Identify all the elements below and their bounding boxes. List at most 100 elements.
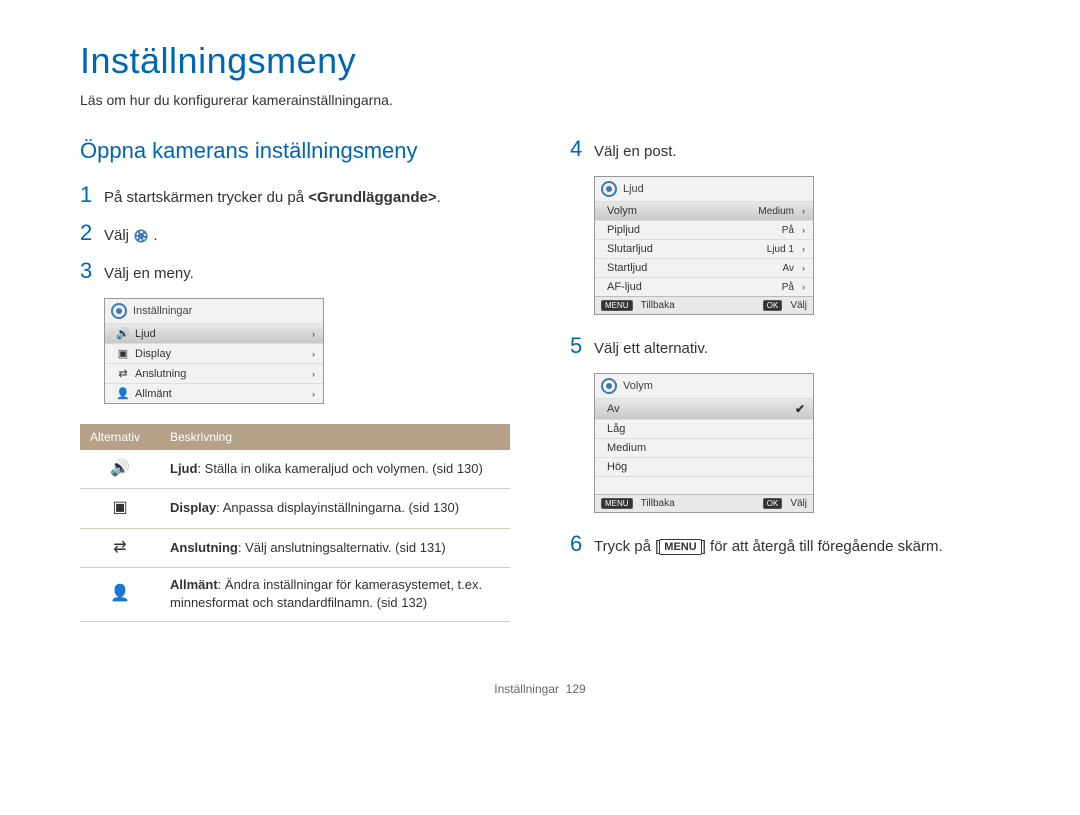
step-text: Välj . [104,222,158,246]
option-label: Av [607,403,789,415]
menu-item-anslutning[interactable]: ⇄ Anslutning › [105,363,323,383]
step-number: 6 [570,533,594,555]
row-value: På [782,282,794,293]
row-value: På [782,225,794,236]
step-2: 2 Välj . [80,222,510,246]
menu-item-ljud[interactable]: 🔊 Ljud › [105,323,323,343]
row-label: Pipljud [607,224,776,236]
step-5: 5 Välj ett alternativ. [570,335,1000,359]
chevron-right-icon: › [312,349,315,359]
row-value: Ljud 1 [767,244,794,255]
row-label: AF-ljud [607,281,776,293]
sound-icon: 🔊 [80,450,160,489]
page-footer: Inställningar 129 [80,682,1000,696]
row-slutarljud[interactable]: Slutarljud Ljud 1 › [595,239,813,258]
general-icon: 👤 [117,387,129,400]
table-row: ▣ Display: Anpassa displayinställningarn… [80,489,510,528]
general-icon: 👤 [80,568,160,621]
section-heading: Öppna kamerans inställningsmeny [80,138,510,164]
panel-header: Inställningar [105,299,323,323]
step-text: På startskärmen trycker du på <Grundlägg… [104,184,441,208]
menu-item-display[interactable]: ▣ Display › [105,343,323,363]
connect-icon: ⇄ [80,528,160,567]
sound-icon: 🔊 [117,327,129,340]
menu-button-label: MENU [659,539,701,555]
step-6: 6 Tryck på [MENU] för att återgå till fö… [570,533,1000,557]
ok-button-icon: OK [763,498,783,509]
panel-title: Ljud [623,183,644,195]
chevron-right-icon: › [802,225,805,235]
option-medium[interactable]: Medium [595,438,813,457]
gear-icon [111,303,127,319]
gear-icon [601,378,617,394]
step-3: 3 Välj en meny. [80,260,510,284]
step-text: Välj en meny. [104,260,194,284]
menu-label: Ljud [135,328,304,340]
back-label: Tillbaka [641,498,675,509]
step-number: 4 [570,138,594,160]
menu-label: Anslutning [135,368,304,380]
volym-panel: Volym Av ✔ Låg Medium Hög MENU [594,373,814,513]
ljud-panel: Ljud Volym Medium › Pipljud På › Slutarl… [594,176,814,315]
display-icon: ▣ [117,347,129,360]
panel-title: Volym [623,380,653,392]
connect-icon: ⇄ [117,367,129,380]
option-label: Medium [607,442,805,454]
chevron-right-icon: › [312,389,315,399]
chevron-right-icon: › [312,369,315,379]
step-1: 1 På startskärmen trycker du på <Grundlä… [80,184,510,208]
row-label: Volym [607,205,752,217]
ok-button-icon: OK [763,300,783,311]
options-table: Alternativ Beskrivning 🔊 Ljud: Ställa in… [80,424,510,622]
panel-header: Ljud [595,177,813,201]
page-intro: Läs om hur du konfigurerar kamerainställ… [80,92,1000,108]
footer-page-number: 129 [566,682,586,696]
gear-icon [133,228,149,244]
step-number: 2 [80,222,104,244]
option-label: Låg [607,423,805,435]
panel-footer: MENU Tillbaka OK Välj [595,296,813,314]
chevron-right-icon: › [802,282,805,292]
menu-item-allmant[interactable]: 👤 Allmänt › [105,383,323,403]
row-startljud[interactable]: Startljud Av › [595,258,813,277]
option-av[interactable]: Av ✔ [595,398,813,419]
menu-label: Display [135,348,304,360]
page-title: Inställningsmeny [80,40,1000,82]
row-value: Medium [758,206,794,217]
gear-icon [601,181,617,197]
row-label: Slutarljud [607,243,761,255]
panel-footer: MENU Tillbaka OK Välj [595,494,813,512]
table-row: 🔊 Ljud: Ställa in olika kameraljud och v… [80,450,510,489]
step-number: 5 [570,335,594,357]
select-label: Välj [790,300,807,311]
chevron-right-icon: › [802,244,805,254]
panel-header: Volym [595,374,813,398]
chevron-right-icon: › [802,263,805,273]
step-4: 4 Välj en post. [570,138,1000,162]
row-volym[interactable]: Volym Medium › [595,201,813,220]
step-number: 3 [80,260,104,282]
step-text: Välj ett alternativ. [594,335,708,359]
option-label: Hög [607,461,805,473]
table-row: ⇄ Anslutning: Välj anslutningsalternativ… [80,528,510,567]
back-label: Tillbaka [641,300,675,311]
step-text: Välj en post. [594,138,677,162]
menu-button-icon: MENU [601,300,633,311]
left-column: Öppna kamerans inställningsmeny 1 På sta… [80,138,510,622]
menu-label: Allmänt [135,388,304,400]
option-lag[interactable]: Låg [595,419,813,438]
option-empty [595,476,813,494]
panel-title: Inställningar [133,305,192,317]
settings-menu-panel: Inställningar 🔊 Ljud › ▣ Display › ⇄ Ans… [104,298,324,404]
step-text: Tryck på [MENU] för att återgå till före… [594,533,943,557]
footer-section: Inställningar [494,682,559,696]
option-hog[interactable]: Hög [595,457,813,476]
chevron-right-icon: › [802,206,805,216]
row-pipljud[interactable]: Pipljud På › [595,220,813,239]
row-afljud[interactable]: AF-ljud På › [595,277,813,296]
step-number: 1 [80,184,104,206]
table-head-option: Alternativ [80,424,160,450]
select-label: Välj [790,498,807,509]
chevron-right-icon: › [312,329,315,339]
check-icon: ✔ [795,402,805,416]
